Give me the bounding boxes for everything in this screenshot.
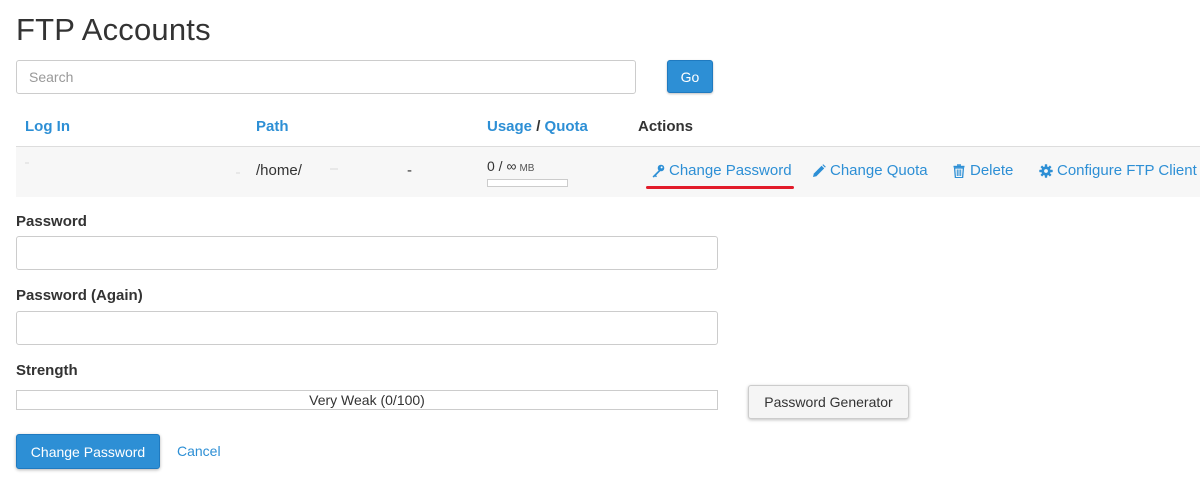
change-password-submit-button[interactable]: Change Password — [16, 434, 160, 469]
configure-ftp-client-link[interactable]: Configure FTP Client — [1039, 162, 1197, 179]
row-path: /home/ — [256, 162, 302, 179]
column-header-actions: Actions — [638, 118, 694, 135]
column-header-separator: / — [536, 118, 541, 135]
gear-icon — [1039, 163, 1053, 178]
page-title: FTP Accounts — [16, 12, 211, 47]
row-path-suffix: - — [407, 162, 412, 179]
column-header-usage-quota: Usage / Quota — [487, 118, 588, 135]
configure-ftp-client-label: Configure FTP Client — [1057, 162, 1197, 179]
strength-label: Strength — [16, 362, 78, 379]
usage-progress-bar — [487, 179, 568, 187]
login-redacted — [25, 162, 29, 164]
row-usage-value: 0 / ∞ — [487, 158, 517, 174]
go-button[interactable]: Go — [667, 60, 713, 93]
change-password-label: Change Password — [669, 162, 792, 179]
strength-meter: Very Weak (0/100) — [16, 390, 718, 410]
delete-link[interactable]: Delete — [952, 162, 1013, 179]
column-header-login[interactable]: Log In — [25, 118, 70, 135]
key-icon — [651, 164, 665, 178]
password-label: Password — [16, 213, 87, 230]
path-redacted — [330, 168, 338, 170]
password-again-label: Password (Again) — [16, 287, 143, 304]
password-again-input[interactable] — [16, 311, 718, 345]
strength-text: Very Weak (0/100) — [309, 392, 425, 408]
table-row — [16, 147, 1200, 197]
delete-label: Delete — [970, 162, 1014, 179]
search-input[interactable] — [16, 60, 636, 94]
row-usage: 0 / ∞ MB — [487, 158, 534, 174]
login-redacted-tail — [236, 172, 240, 174]
change-quota-link[interactable]: Change Quota — [812, 162, 928, 179]
row-usage-unit: MB — [519, 163, 535, 174]
pencil-icon — [812, 163, 826, 178]
password-generator-button[interactable]: Password Generator — [748, 385, 909, 419]
password-input[interactable] — [16, 236, 718, 270]
column-header-usage[interactable]: Usage — [487, 118, 532, 135]
column-header-quota[interactable]: Quota — [545, 118, 588, 135]
trash-icon — [952, 163, 966, 178]
change-password-link[interactable]: Change Password — [651, 162, 792, 179]
column-header-path[interactable]: Path — [256, 118, 289, 135]
cancel-link[interactable]: Cancel — [177, 443, 221, 459]
highlight-underline — [646, 186, 794, 189]
change-quota-label: Change Quota — [830, 162, 928, 179]
